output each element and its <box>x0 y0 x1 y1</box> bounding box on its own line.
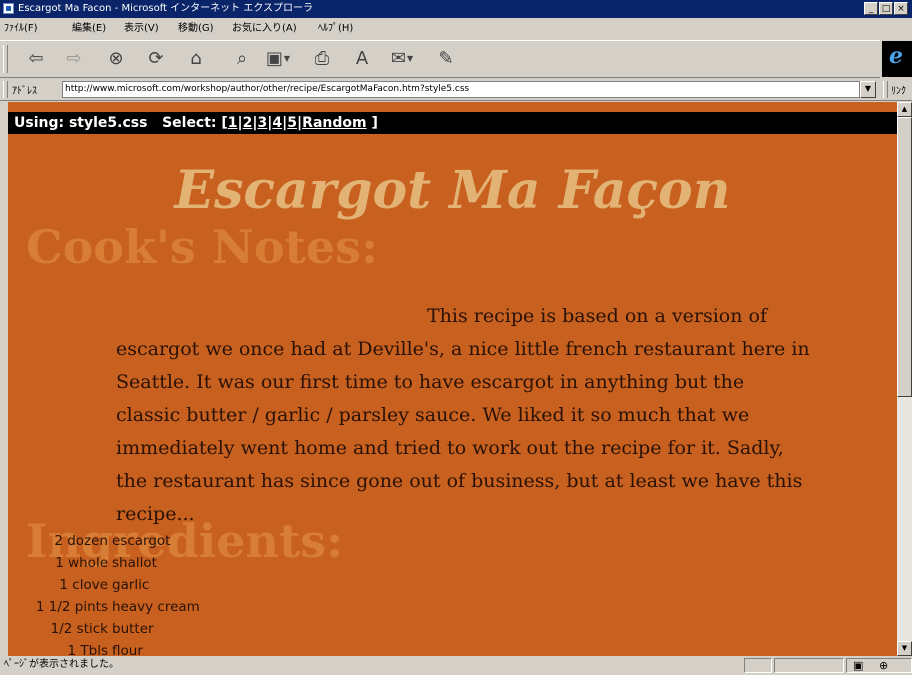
style-selector-bar: Using: style5.css Select: [1|2|3|4|5|Ran… <box>8 112 897 134</box>
menu-favorites[interactable]: お気に入り(A) <box>232 20 297 38</box>
mail-button[interactable]: ✉▼ <box>386 45 418 73</box>
ingredient-qty: 1 1/2 pints <box>35 599 108 615</box>
address-bar: ｱﾄﾞﾚｽ http://www.microsoft.com/workshop/… <box>0 79 912 101</box>
stop-button[interactable]: ⊗ <box>100 45 132 73</box>
status-text: ﾍﾟｰｼﾞが表示されました。 <box>4 659 119 670</box>
mail-icon: ✉ <box>390 48 406 69</box>
style-close-bracket: ] <box>371 115 378 131</box>
scroll-thumb[interactable] <box>897 117 912 397</box>
ingredient-name: shallot <box>112 555 157 571</box>
back-button[interactable]: ⇦ <box>20 45 52 73</box>
page-title: Escargot Ma Façon <box>174 160 731 221</box>
security-zone-icon: ▣ <box>853 659 864 672</box>
menu-go[interactable]: 移動(G) <box>178 20 214 38</box>
ingredient-qty: 1 whole <box>55 555 108 571</box>
cooks-notes-heading: Cook's Notes: <box>26 220 378 274</box>
ingredient-name: escargot <box>112 533 171 549</box>
chevron-down-icon: ▼ <box>283 54 291 63</box>
edit-button[interactable]: ✎ <box>430 45 462 73</box>
links-grip[interactable] <box>883 81 888 98</box>
toolbar-grip[interactable] <box>3 45 8 73</box>
toolbar: ⇦ ⇨ ⊗ ⟳ ⌂ ⌕ ▣▼ ⎙ A ✉▼ ✎ <box>0 40 880 78</box>
ie-logo-icon: e <box>889 43 903 69</box>
ie-logo: e <box>882 41 912 77</box>
ingredient-name: heavy cream <box>112 599 200 615</box>
maximize-button[interactable]: □ <box>879 2 893 15</box>
internet-zone-icon: ⊕ <box>879 659 889 672</box>
ingredient-qty: 2 dozen <box>54 533 108 549</box>
print-button[interactable]: ⎙ <box>306 45 338 73</box>
menu-help[interactable]: ﾍﾙﾌﾟ(H) <box>318 20 353 38</box>
cooks-notes-text: This recipe is based on a version of esc… <box>116 305 810 525</box>
content-frame-edge <box>0 102 8 656</box>
ingredient-name: butter <box>112 621 154 637</box>
vertical-scrollbar[interactable]: ▲ ▼ <box>897 102 912 656</box>
menu-file[interactable]: ﾌｧｲﾙ(F) <box>4 20 38 38</box>
ingredient-qty: 1 Tbls <box>67 643 108 656</box>
ingredient-qty: 1 clove <box>59 577 108 593</box>
style-link-random[interactable]: Random <box>302 115 366 131</box>
style-link-4[interactable]: 4 <box>272 115 282 131</box>
scroll-down-button[interactable]: ▼ <box>897 641 912 656</box>
ingredient-name: garlic <box>112 577 150 593</box>
menu-view[interactable]: 表示(V) <box>124 20 159 38</box>
arrow-down-icon: ▼ <box>901 644 908 652</box>
search-button[interactable]: ⌕ <box>226 45 258 73</box>
refresh-button[interactable]: ⟳ <box>140 45 172 73</box>
favorites-icon: ▣ <box>265 48 283 69</box>
menu-bar: ﾌｧｲﾙ(F) 編集(E) 表示(V) 移動(G) お気に入り(A) ﾍﾙﾌﾟ(… <box>0 20 912 38</box>
home-button[interactable]: ⌂ <box>180 45 212 73</box>
links-label[interactable]: ﾘﾝｸ <box>891 82 906 97</box>
refresh-icon: ⟳ <box>148 48 164 69</box>
menu-edit[interactable]: 編集(E) <box>72 20 106 38</box>
status-pane-progress <box>744 658 772 673</box>
edit-icon: ✎ <box>438 48 454 69</box>
favorites-button[interactable]: ▣▼ <box>262 45 294 73</box>
close-button[interactable]: × <box>894 2 908 15</box>
style-link-2[interactable]: 2 <box>243 115 253 131</box>
search-icon: ⌕ <box>236 48 248 69</box>
ingredient-qty: 1/2 stick <box>50 621 108 637</box>
print-icon: ⎙ <box>314 48 330 69</box>
chevron-down-icon: ▼ <box>406 54 414 63</box>
address-label: ｱﾄﾞﾚｽ <box>12 86 37 97</box>
status-pane-zone-blank <box>774 658 844 673</box>
chevron-down-icon: ▼ <box>864 84 872 93</box>
style-using-label: Using: style5.css <box>14 115 148 131</box>
minimize-button[interactable]: _ <box>864 2 878 15</box>
address-grip[interactable] <box>3 81 8 98</box>
stop-icon: ⊗ <box>108 48 124 69</box>
page-content: Using: style5.css Select: [1|2|3|4|5|Ran… <box>8 102 897 656</box>
address-input[interactable]: http://www.microsoft.com/workshop/author… <box>62 81 860 98</box>
status-bar: ﾍﾟｰｼﾞが表示されました。 ▣ ⊕ <box>0 656 912 675</box>
status-pane-zone: ▣ ⊕ <box>846 658 912 673</box>
back-icon: ⇦ <box>28 48 44 69</box>
title-bar[interactable]: Escargot Ma Facon - Microsoft インターネット エク… <box>0 0 912 18</box>
app-icon[interactable] <box>3 3 14 14</box>
browser-window: Escargot Ma Facon - Microsoft インターネット エク… <box>0 0 912 675</box>
arrow-up-icon: ▲ <box>901 105 908 113</box>
window-title: Escargot Ma Facon - Microsoft インターネット エク… <box>18 3 314 14</box>
style-link-5[interactable]: 5 <box>287 115 297 131</box>
style-link-3[interactable]: 3 <box>258 115 268 131</box>
style-link-1[interactable]: 1 <box>228 115 238 131</box>
font-button[interactable]: A <box>346 45 378 73</box>
ingredient-name: flour <box>112 643 143 656</box>
style-select-label: Select: [ <box>162 115 228 131</box>
home-icon: ⌂ <box>190 48 202 69</box>
forward-button[interactable]: ⇨ <box>58 45 90 73</box>
forward-icon: ⇨ <box>66 48 82 69</box>
window-controls: _ □ × <box>863 2 908 15</box>
font-icon: A <box>355 48 369 69</box>
address-dropdown-button[interactable]: ▼ <box>860 81 876 98</box>
scroll-up-button[interactable]: ▲ <box>897 102 912 117</box>
